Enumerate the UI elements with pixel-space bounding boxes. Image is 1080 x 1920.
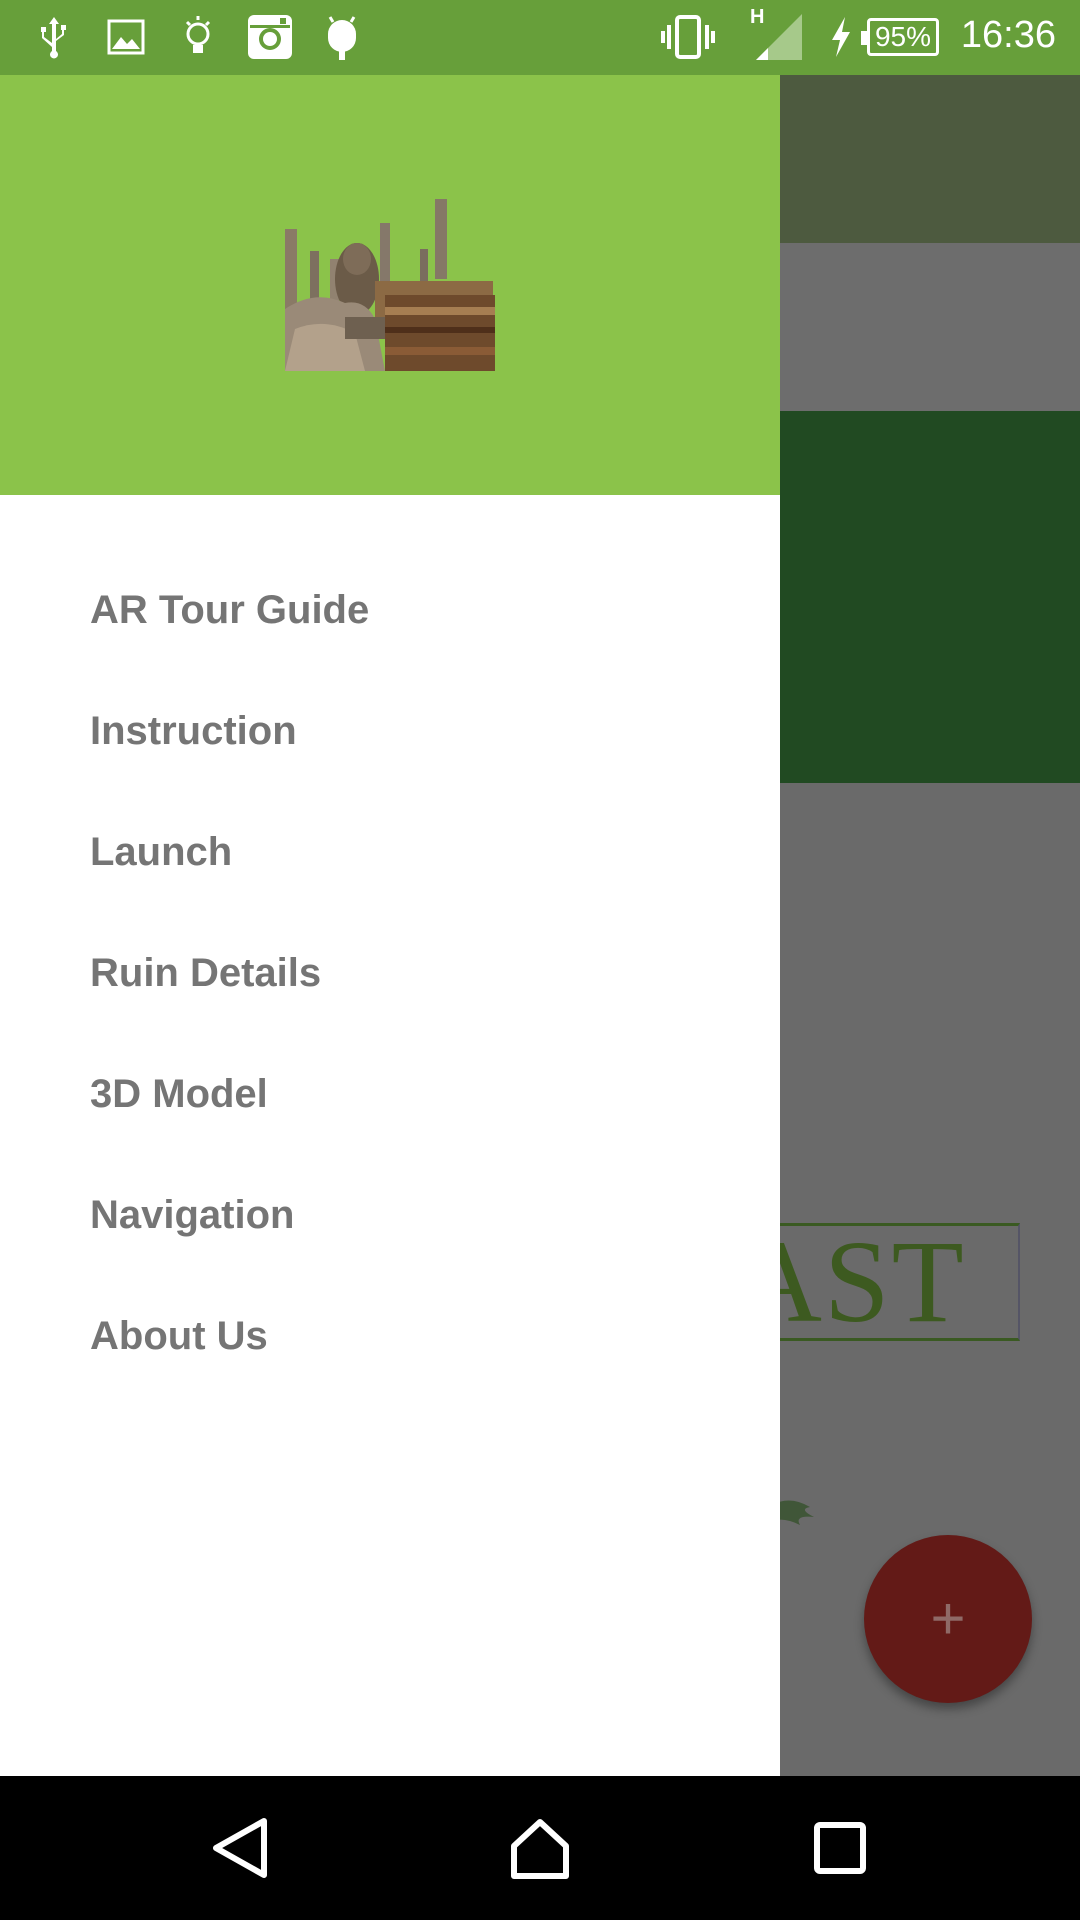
charging-icon	[826, 12, 856, 62]
battery-indicator: 95%	[861, 18, 939, 56]
add-fab-button[interactable]: +	[864, 1535, 1032, 1703]
back-icon[interactable]	[200, 1812, 280, 1884]
ancient-ruins-image	[285, 199, 495, 371]
menu-item-ar-tour-guide[interactable]: AR Tour Guide	[0, 550, 780, 671]
menu-item-ruin-details[interactable]: Ruin Details	[0, 913, 780, 1034]
status-bar: H 95% 16:36	[0, 0, 1080, 75]
plus-icon: +	[930, 1585, 966, 1652]
system-nav-bar	[0, 1776, 1080, 1920]
usb-icon	[34, 12, 74, 62]
bulb-icon	[178, 12, 218, 62]
network-type: H	[750, 6, 765, 28]
menu-item-navigation[interactable]: Navigation	[0, 1155, 780, 1276]
recents-icon[interactable]	[800, 1812, 880, 1884]
signal-icon: H	[748, 6, 808, 62]
menu-item-3d-model[interactable]: 3D Model	[0, 1034, 780, 1155]
navigation-drawer: AR Tour Guide Instruction Launch Ruin De…	[0, 75, 780, 1776]
android-icon	[322, 12, 362, 62]
instagram-icon	[244, 12, 296, 62]
vibrate-icon	[660, 12, 716, 62]
drawer-menu: AR Tour Guide Instruction Launch Ruin De…	[0, 550, 780, 1397]
image-icon	[104, 12, 148, 62]
menu-item-launch[interactable]: Launch	[0, 792, 780, 913]
drawer-header	[0, 75, 780, 495]
status-time: 16:36	[960, 14, 1056, 56]
home-icon[interactable]	[500, 1812, 580, 1884]
menu-item-instruction[interactable]: Instruction	[0, 671, 780, 792]
menu-item-about-us[interactable]: About Us	[0, 1276, 780, 1397]
